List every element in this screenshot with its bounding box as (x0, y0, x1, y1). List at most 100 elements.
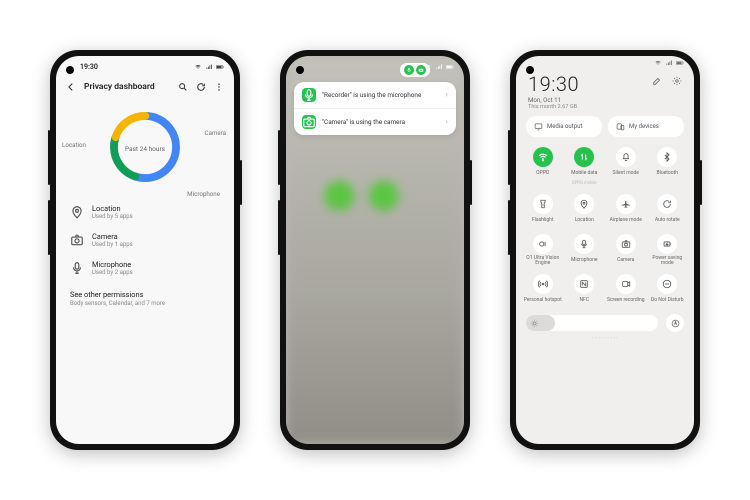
signal-icon (435, 64, 443, 70)
battery-icon (676, 60, 684, 66)
qs-tile-nfc[interactable]: NFC (564, 272, 606, 308)
chevron-right-icon: › (445, 90, 448, 100)
settings-gear-icon[interactable] (672, 76, 682, 88)
qs-label: Mobile data (571, 169, 597, 179)
perm-row-microphone[interactable]: MicrophoneUsed by 2 apps (56, 254, 234, 282)
battery-icon (446, 64, 454, 70)
flashlight-icon (533, 194, 553, 214)
status-bar (516, 56, 694, 70)
qs-tile-mobile-data[interactable]: Mobile data OPPO mobile (564, 145, 606, 188)
qs-tile-auto-rotate[interactable]: Auto rotate (647, 192, 689, 228)
sun-icon (530, 319, 539, 328)
privacy-notification-row[interactable]: "Recorder" is using the microphone › (294, 82, 456, 108)
battery-icon (216, 64, 224, 70)
notification-text: "Camera" is using the camera (322, 118, 439, 126)
map-pin-icon (574, 194, 594, 214)
qs-tile-airplane-mode[interactable]: Airplane mode (605, 192, 647, 228)
battery-icon (657, 234, 677, 254)
record-icon (616, 274, 636, 294)
qs-tile-oppo[interactable]: OPPO (522, 145, 564, 188)
phone-privacy-dashboard: 19:30 Privacy dashboard Past 24 hours Lo… (50, 50, 240, 450)
qs-tile-screen-recording[interactable]: Screen recording (605, 272, 647, 308)
perm-title: Location (92, 204, 133, 213)
privacy-notification-row[interactable]: "Camera" is using the camera › (294, 108, 456, 135)
qs-label: Bluetooth (657, 169, 678, 179)
qs-tile-do-not-disturb[interactable]: Do Not Disturb (647, 272, 689, 308)
qs-tile-power-saving-mode[interactable]: Power saving mode (647, 232, 689, 268)
wifi-icon (654, 60, 662, 66)
qs-label: Silent mode (613, 169, 639, 179)
clock-data-usage: This month 2.67 GB (528, 104, 579, 110)
status-time: 19:30 (80, 63, 98, 71)
qs-tile-camera[interactable]: Camera (605, 232, 647, 268)
perm-row-camera[interactable]: CameraUsed by 1 apps (56, 226, 234, 254)
qs-tile-o1-ultra-vision-engine[interactable]: O1 Ultra Vision Engine (522, 232, 564, 268)
media-icon (534, 122, 543, 131)
qs-label: Power saving mode (647, 256, 689, 266)
page-indicator: · · · · · · · · · (516, 332, 694, 342)
brightness-track[interactable] (526, 315, 658, 331)
qs-tile-personal-hotspot[interactable]: Personal hotspot (522, 272, 564, 308)
devices-icon (616, 122, 625, 131)
auto-brightness-toggle[interactable] (666, 314, 684, 332)
mobile-data-icon (574, 147, 594, 167)
qs-label: Personal hotspot (524, 296, 562, 306)
microphone-icon (574, 234, 594, 254)
qs-label: Auto rotate (655, 216, 680, 226)
back-icon[interactable] (66, 82, 76, 92)
privacy-indicator-pill[interactable] (400, 63, 430, 77)
rotate-icon (657, 194, 677, 214)
qs-tile-bluetooth[interactable]: Bluetooth (647, 145, 689, 188)
media-output-card[interactable]: Media output (526, 116, 602, 137)
o1-icon (533, 234, 553, 254)
qs-label: Airplane mode (610, 216, 642, 226)
donut-label-microphone: Microphone (187, 190, 220, 198)
edit-tiles-icon[interactable] (652, 76, 662, 88)
mic-active-indicator (404, 65, 414, 75)
camera-icon (70, 233, 84, 247)
my-devices-card[interactable]: My devices (608, 116, 684, 137)
qs-sublabel: OPPO mobile (572, 181, 597, 186)
perm-row-location[interactable]: LocationUsed by 5 apps (56, 198, 234, 226)
camera-icon (616, 234, 636, 254)
dnd-icon (657, 274, 677, 294)
refresh-icon[interactable] (196, 82, 206, 92)
qs-tile-location[interactable]: Location (564, 192, 606, 228)
qs-label: Location (575, 216, 594, 226)
camera-punchhole (66, 66, 74, 74)
perm-title: Microphone (92, 260, 133, 269)
donut-label-camera: Camera (205, 129, 226, 137)
phone-privacy-indicators: "Recorder" is using the microphone›"Came… (280, 50, 470, 450)
privacy-notification-card: "Recorder" is using the microphone›"Came… (294, 82, 456, 135)
qs-tile-silent-mode[interactable]: Silent mode (605, 145, 647, 188)
nfc-icon (574, 274, 594, 294)
qs-label: Screen recording (607, 296, 645, 306)
phone-quick-settings: 19:30 Mon, Oct 11 This month 2.67 GB Med… (510, 50, 700, 450)
status-icons (194, 64, 224, 70)
page-title: Privacy dashboard (84, 82, 170, 92)
qs-label: O1 Ultra Vision Engine (522, 256, 564, 266)
auto-icon (671, 319, 680, 328)
hotspot-icon (533, 274, 553, 294)
wifi-icon (533, 147, 553, 167)
notification-text: "Recorder" is using the microphone (322, 91, 439, 99)
qs-label: Flashlight (532, 216, 554, 226)
clock-date: Mon, Oct 11 (528, 96, 579, 104)
more-icon[interactable] (214, 82, 224, 92)
status-bar: 19:30 (56, 56, 234, 78)
qs-label: OPPO (536, 169, 549, 179)
qs-label: Camera (617, 256, 634, 266)
microphone-icon (302, 88, 316, 102)
see-other-permissions[interactable]: See other permissions Body sensors, Cale… (56, 282, 234, 307)
signal-icon (205, 64, 213, 70)
qs-tile-flashlight[interactable]: Flashlight (522, 192, 564, 228)
see-other-sub: Body sensors, Calendar, and 7 more (70, 300, 220, 307)
camera-punchhole (296, 66, 304, 74)
qs-label: Microphone (571, 256, 598, 266)
qs-tile-microphone[interactable]: Microphone (564, 232, 606, 268)
chevron-right-icon: › (445, 117, 448, 127)
qs-label: NFC (579, 296, 589, 306)
search-icon[interactable] (178, 82, 188, 92)
brightness-slider[interactable] (526, 314, 684, 332)
bell-icon (616, 147, 636, 167)
